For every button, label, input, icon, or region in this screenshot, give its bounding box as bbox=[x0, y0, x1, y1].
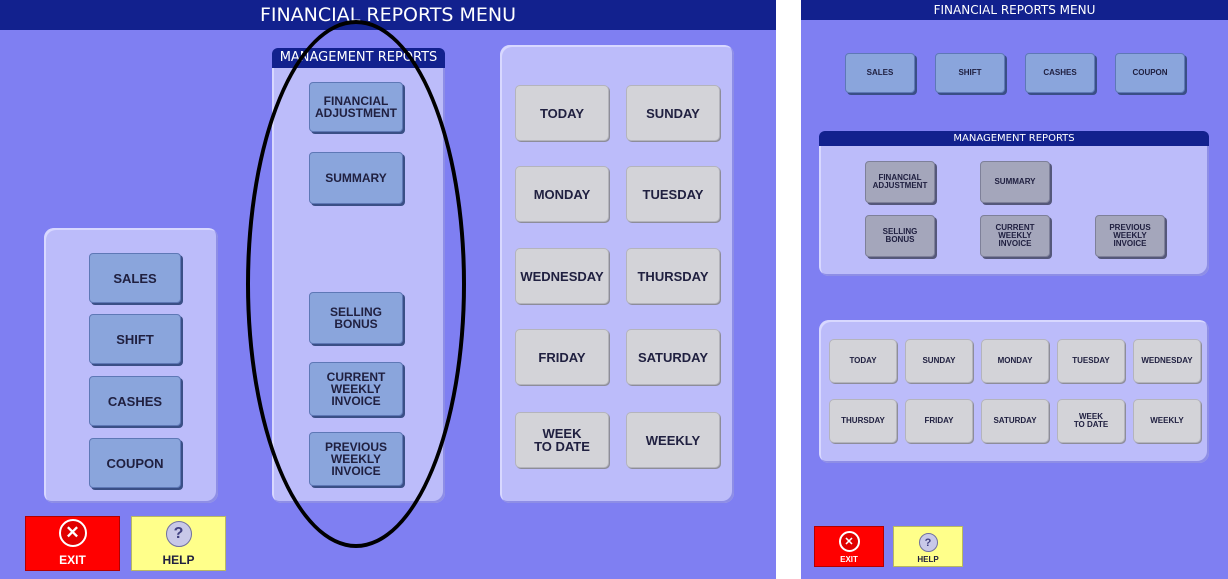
week-to-date-button[interactable]: WEEK TO DATE bbox=[515, 412, 609, 468]
cashes-button[interactable]: CASHES bbox=[89, 376, 181, 426]
question-circle-icon: ? bbox=[918, 533, 938, 552]
monday-button[interactable]: MONDAY bbox=[515, 166, 609, 222]
help-label: HELP bbox=[917, 555, 939, 564]
management-reports-panel: MANAGEMENT REPORTS FINANCIAL ADJUSTMENT … bbox=[819, 131, 1209, 276]
help-button[interactable]: ? HELP bbox=[893, 526, 963, 567]
management-reports-label: MANAGEMENT REPORTS bbox=[819, 131, 1209, 146]
sunday-button[interactable]: SUNDAY bbox=[626, 85, 720, 141]
close-circle-icon: ✕ bbox=[838, 531, 860, 552]
report-type-panel: SALES SHIFT CASHES COUPON bbox=[44, 228, 218, 503]
question-circle-icon: ? bbox=[165, 521, 192, 547]
exit-label: EXIT bbox=[59, 553, 86, 567]
right-screen: FINANCIAL REPORTS MENU SALES SHIFT CASHE… bbox=[801, 0, 1228, 579]
cashes-button[interactable]: CASHES bbox=[1025, 53, 1095, 93]
thursday-button[interactable]: THURSDAY bbox=[626, 248, 720, 304]
left-screen: FINANCIAL REPORTS MENU SALES SHIFT CASHE… bbox=[0, 0, 776, 579]
weekly-button[interactable]: WEEKLY bbox=[626, 412, 720, 468]
tuesday-button[interactable]: TUESDAY bbox=[1057, 339, 1125, 383]
summary-button[interactable]: SUMMARY bbox=[980, 161, 1050, 203]
help-label: HELP bbox=[162, 553, 195, 567]
weekly-button[interactable]: WEEKLY bbox=[1133, 399, 1201, 443]
sunday-button[interactable]: SUNDAY bbox=[905, 339, 973, 383]
coupon-button[interactable]: COUPON bbox=[1115, 53, 1185, 93]
saturday-button[interactable]: SATURDAY bbox=[981, 399, 1049, 443]
shift-button[interactable]: SHIFT bbox=[89, 314, 181, 364]
annotation-oval bbox=[246, 20, 466, 548]
week-to-date-button[interactable]: WEEK TO DATE bbox=[1057, 399, 1125, 443]
today-button[interactable]: TODAY bbox=[515, 85, 609, 141]
previous-weekly-invoice-button[interactable]: PREVIOUS WEEKLY INVOICE bbox=[1095, 215, 1165, 257]
financial-adjustment-button[interactable]: FINANCIAL ADJUSTMENT bbox=[865, 161, 935, 203]
exit-button[interactable]: ✕ EXIT bbox=[814, 526, 884, 567]
close-circle-icon: ✕ bbox=[58, 519, 87, 547]
friday-button[interactable]: FRIDAY bbox=[515, 329, 609, 385]
friday-button[interactable]: FRIDAY bbox=[905, 399, 973, 443]
sales-button[interactable]: SALES bbox=[89, 253, 181, 303]
help-button[interactable]: ? HELP bbox=[131, 516, 226, 571]
monday-button[interactable]: MONDAY bbox=[981, 339, 1049, 383]
wednesday-button[interactable]: WEDNESDAY bbox=[1133, 339, 1201, 383]
current-weekly-invoice-button[interactable]: CURRENT WEEKLY INVOICE bbox=[980, 215, 1050, 257]
tuesday-button[interactable]: TUESDAY bbox=[626, 166, 720, 222]
exit-button[interactable]: ✕ EXIT bbox=[25, 516, 120, 571]
exit-label: EXIT bbox=[840, 555, 858, 564]
thursday-button[interactable]: THURSDAY bbox=[829, 399, 897, 443]
page-title: FINANCIAL REPORTS MENU bbox=[0, 0, 776, 30]
coupon-button[interactable]: COUPON bbox=[89, 438, 181, 488]
page-title-right: FINANCIAL REPORTS MENU bbox=[801, 0, 1228, 20]
saturday-button[interactable]: SATURDAY bbox=[626, 329, 720, 385]
sales-button[interactable]: SALES bbox=[845, 53, 915, 93]
wednesday-button[interactable]: WEDNESDAY bbox=[515, 248, 609, 304]
shift-button[interactable]: SHIFT bbox=[935, 53, 1005, 93]
period-panel: TODAY SUNDAY MONDAY TUESDAY WEDNESDAY TH… bbox=[819, 320, 1209, 463]
today-button[interactable]: TODAY bbox=[829, 339, 897, 383]
selling-bonus-button[interactable]: SELLING BONUS bbox=[865, 215, 935, 257]
period-panel: TODAY SUNDAY MONDAY TUESDAY WEDNESDAY TH… bbox=[500, 45, 734, 503]
